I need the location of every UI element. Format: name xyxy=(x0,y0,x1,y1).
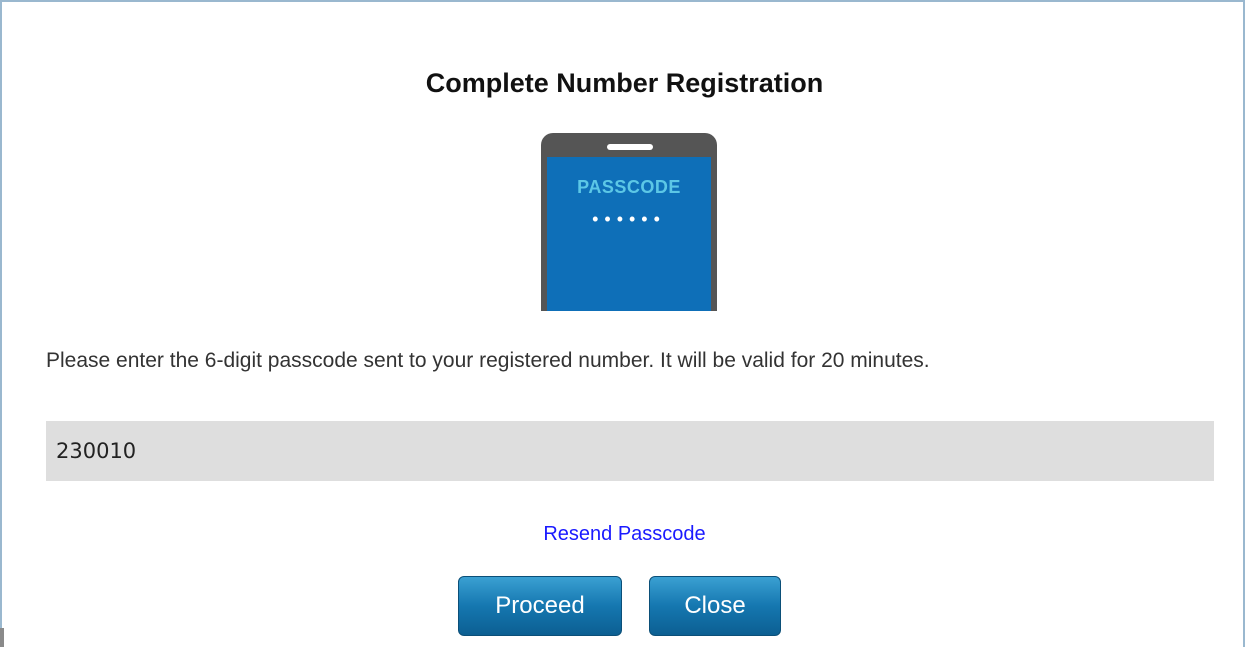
instructions-text: Please enter the 6-digit passcode sent t… xyxy=(46,349,930,372)
phone-screen-masked-dots: •••••• xyxy=(592,209,666,229)
phone-screen: PASSCODE •••••• xyxy=(547,157,711,311)
resend-passcode-link[interactable]: Resend Passcode xyxy=(2,523,1245,546)
phone-passcode-icon: PASSCODE •••••• xyxy=(541,133,717,311)
phone-speaker xyxy=(607,144,653,150)
passcode-input[interactable] xyxy=(46,421,1214,481)
window-edge xyxy=(0,628,4,647)
proceed-button[interactable]: Proceed xyxy=(458,576,622,636)
dialog-title: Complete Number Registration xyxy=(425,68,824,98)
registration-dialog: Complete Number Registration PASSCODE ••… xyxy=(0,0,1245,647)
phone-screen-label: PASSCODE xyxy=(577,177,681,197)
close-button[interactable]: Close xyxy=(649,576,781,636)
